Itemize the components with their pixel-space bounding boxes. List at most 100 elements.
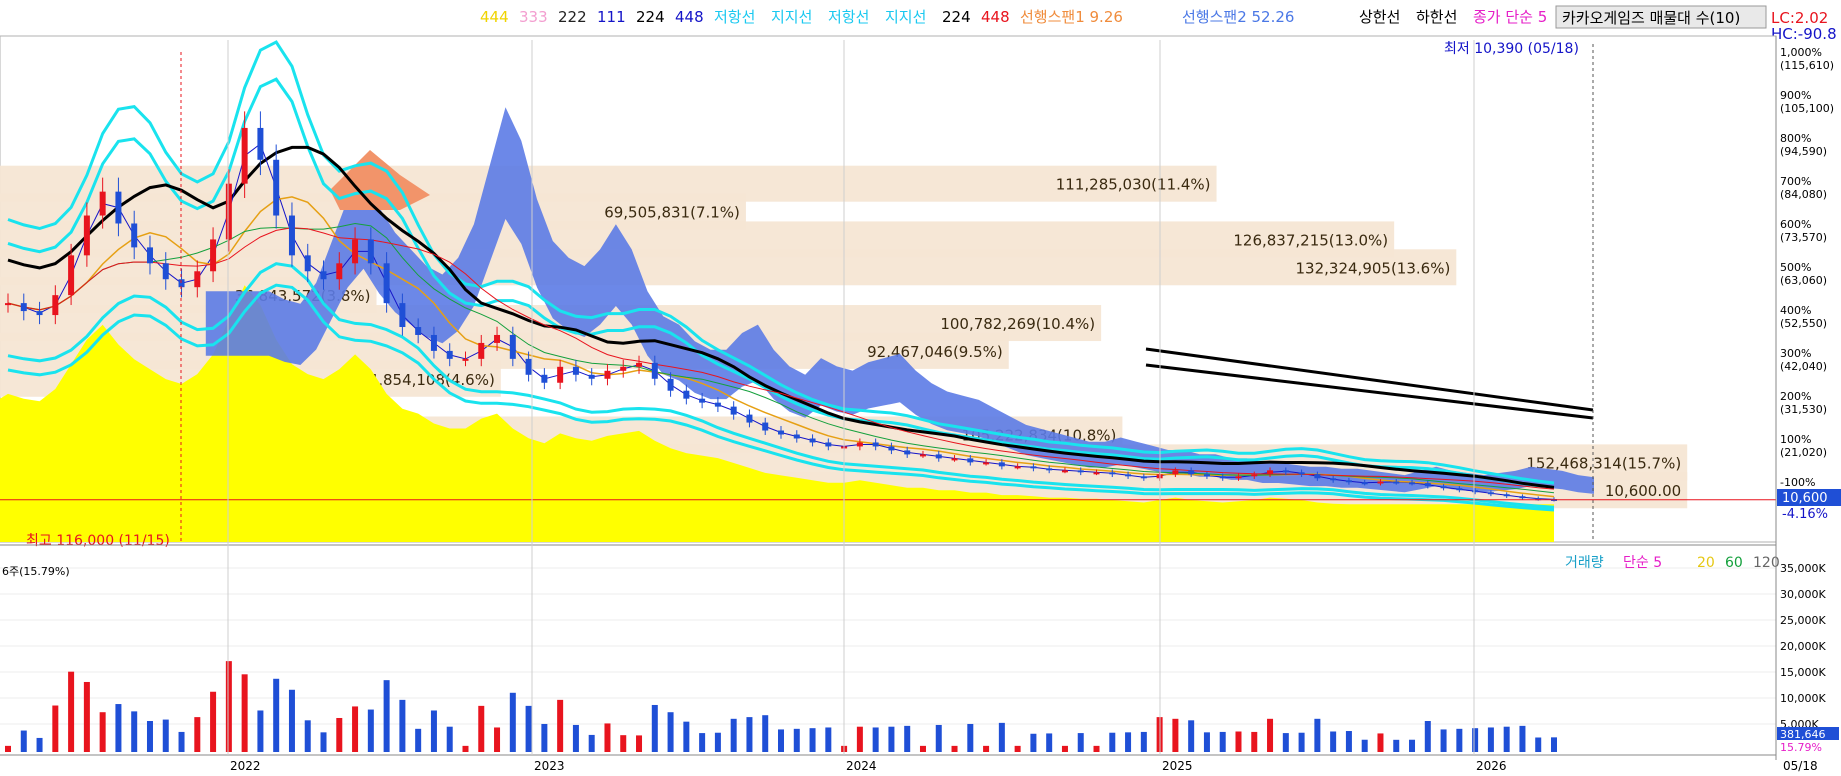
candle-body	[620, 366, 627, 371]
candle-body	[225, 183, 232, 240]
volume-bar	[1409, 739, 1416, 752]
y-tick-pct: 500%	[1780, 261, 1811, 274]
volume-bar	[288, 689, 295, 752]
candle-body	[241, 127, 248, 184]
volume-bar	[1519, 725, 1526, 752]
volume-last-label: 381,646	[1780, 728, 1826, 741]
x-tick: 2023	[534, 759, 565, 773]
volume-bar	[131, 711, 138, 752]
volume-bar	[273, 678, 280, 752]
volume-bar	[1377, 733, 1384, 752]
volume-bar	[825, 727, 832, 752]
candle-body	[935, 454, 942, 459]
volume-bar	[1030, 733, 1037, 752]
volume-bar	[20, 730, 27, 752]
y-tick-pct: -100%	[1780, 476, 1815, 489]
candle-body	[1093, 472, 1100, 475]
high-annotation: 최고 116,000 (11/15)	[26, 533, 170, 549]
volume-bar	[36, 737, 43, 752]
volume-bar	[225, 661, 232, 752]
volume-bar	[415, 728, 422, 752]
y-tick-pct: 900%	[1780, 89, 1811, 102]
candle-body	[856, 442, 863, 447]
supply-zone-label: 111,285,030(11.4%)	[1056, 176, 1211, 194]
volume-bar	[210, 691, 217, 752]
volume-bar	[68, 671, 75, 752]
volume-bar	[683, 721, 690, 752]
legend-entry: 지지선	[885, 8, 926, 26]
hc-label: HC:-90.8	[1771, 25, 1837, 43]
volume-tick: 15,000K	[1780, 666, 1826, 679]
candle-body	[430, 334, 437, 351]
volume-bar	[1061, 745, 1068, 752]
candle-body	[1061, 470, 1068, 473]
volume-bar	[699, 733, 706, 752]
candle-body	[904, 450, 911, 455]
candle-body	[399, 303, 406, 328]
volume-bar	[1077, 733, 1084, 752]
volume-bar	[494, 727, 501, 752]
volume-bar	[651, 704, 658, 752]
candle-body	[273, 159, 280, 216]
volume-tick: 10,000K	[1780, 692, 1826, 705]
last-change-label: -4.16%	[1782, 507, 1828, 522]
candle-body	[367, 239, 374, 264]
volume-bar	[1251, 731, 1258, 752]
volume-bar	[241, 674, 248, 752]
y-tick-pct: 200%	[1780, 390, 1811, 403]
volume-bar	[304, 720, 311, 752]
candle-body	[1140, 476, 1147, 479]
y-tick-price: (21,020)	[1780, 446, 1827, 459]
volume-bar	[809, 728, 816, 752]
legend-entry: 111	[597, 8, 626, 26]
x-tick: 2024	[846, 759, 877, 773]
candle-body	[20, 303, 27, 312]
candle-body	[178, 279, 185, 288]
volume-bar	[478, 705, 485, 752]
candle-body	[1330, 478, 1337, 481]
y-tick-pct: 800%	[1780, 132, 1811, 145]
y-tick-pct: 1,000%	[1780, 46, 1822, 59]
candle-body	[778, 430, 784, 435]
volume-bar	[904, 725, 911, 752]
volume-bar	[1472, 728, 1479, 752]
candle-body	[1456, 488, 1463, 491]
supply-label: 카카오게임즈 매물대 수(10)	[1562, 9, 1740, 27]
candle-body	[146, 247, 153, 264]
candle-body	[1487, 492, 1494, 495]
candle-body	[1014, 466, 1021, 469]
volume-panel: 35,000K 30,000K 25,000K 20,000K 15,000K 10,00…	[0, 555, 1839, 754]
volume-bar	[1172, 718, 1179, 752]
candle-body	[888, 446, 895, 451]
volume-top-left-label: 6주(15.79%)	[2, 565, 70, 578]
volume-bar	[604, 723, 611, 752]
volume-bar	[793, 728, 800, 752]
low-annotation: 최저 10,390 (05/18)	[1444, 41, 1579, 57]
candle-body	[1172, 470, 1179, 475]
y-tick-price: (42,040)	[1780, 360, 1827, 373]
candle-body	[36, 311, 43, 316]
volume-bar	[1267, 718, 1274, 752]
candle-body	[809, 438, 816, 443]
volume-bar	[935, 724, 942, 752]
candle-body	[525, 358, 532, 375]
supply-zone-label: 10,600.00	[1605, 482, 1681, 500]
legend-entry: 222	[558, 8, 587, 26]
volume-bar	[52, 705, 59, 752]
volume-bar	[1551, 737, 1557, 752]
volume-bar	[352, 706, 359, 752]
x-tick: 2026	[1476, 759, 1507, 773]
volume-last-pct: 15.79%	[1780, 741, 1822, 754]
candle-body	[1125, 474, 1132, 477]
volume-bar	[115, 704, 122, 752]
supply-zone-label: 126,837,215(13.0%)	[1233, 231, 1388, 249]
supply-zone-label: 69,505,831(7.1%)	[604, 204, 740, 222]
chart-window: 444 333 222 111 224 448 저항선 지지선 저항선 지지선 224 448 선행스팬…	[0, 0, 1841, 776]
candle-body	[5, 303, 11, 306]
volume-bar	[1298, 732, 1305, 752]
candle-body	[762, 422, 769, 431]
volume-bar	[146, 721, 153, 752]
y-tick-price: (31,530)	[1780, 403, 1827, 416]
volume-bar	[446, 726, 453, 752]
legend-entry: 상한선	[1359, 8, 1400, 26]
